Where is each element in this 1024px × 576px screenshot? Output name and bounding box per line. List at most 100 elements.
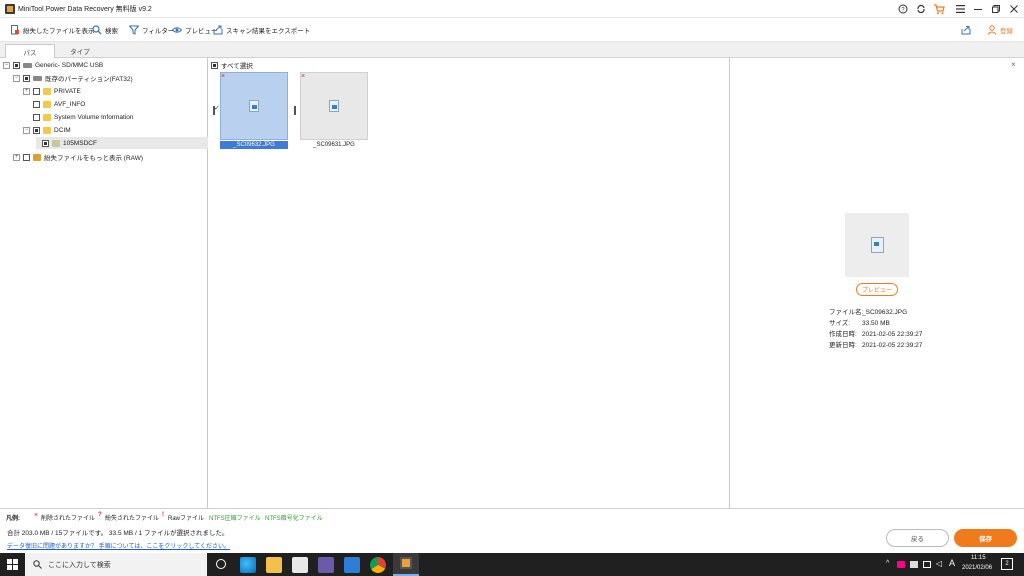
file-name[interactable]: _SC09632.JPG (220, 141, 288, 149)
chrome-icon[interactable] (370, 557, 386, 573)
file-thumbnail[interactable] (300, 72, 368, 140)
windows-start-icon[interactable] (7, 559, 18, 572)
folder-icon (52, 139, 60, 147)
deleted-mark-icon: × (221, 73, 226, 80)
tree-checkbox[interactable] (13, 61, 20, 69)
update-icon[interactable] (914, 2, 928, 16)
tree-checkbox[interactable] (33, 87, 40, 95)
tree-checkbox[interactable] (33, 100, 40, 108)
close-icon[interactable] (1007, 2, 1021, 16)
menu-icon[interactable] (953, 2, 967, 16)
file-name[interactable]: _SC09631.JPG (300, 141, 368, 149)
selection-summary: 合計 203.0 MB / 15ファイルです。 33.5 MB / 1 ファイル… (7, 530, 229, 537)
status-area: 合計 203.0 MB / 15ファイルです。 33.5 MB / 1 ファイル… (0, 524, 1024, 552)
image-file-icon (329, 100, 339, 112)
tree-item-105msdcf[interactable]: 105MSDCF (36, 137, 208, 149)
taskbar: ここに入力して検索 ^ ◁ A 11:15 2021/02/06 2 (0, 553, 1024, 576)
volume-icon[interactable]: ◁ (936, 559, 942, 568)
label-created: 作成日時: (829, 331, 857, 338)
label-size: サイズ: (829, 320, 851, 327)
tree-checkbox[interactable] (23, 74, 30, 82)
tree-item-avf-info[interactable]: AVF_INFO (33, 98, 85, 110)
restore-icon[interactable] (989, 2, 1003, 16)
preview-file-button[interactable]: プレビュー (856, 283, 898, 296)
tree-root[interactable]: − Generic- SD/MMC USB (3, 59, 103, 71)
preview-image (845, 213, 909, 277)
tab-path[interactable]: パス (5, 44, 55, 58)
collapse-icon[interactable]: − (23, 126, 30, 134)
share-button[interactable] (961, 23, 971, 37)
search-button[interactable]: 検索 (92, 23, 118, 37)
expand-icon[interactable]: + (13, 153, 20, 161)
file-explorer-icon[interactable] (266, 557, 282, 573)
search-icon (92, 25, 102, 35)
file-info-values: _SC09632.JPG 33.50 MB 2021-02-05 22:39:2… (862, 307, 922, 351)
minitool-icon (400, 557, 412, 569)
preview-button[interactable]: プレビュー (172, 23, 218, 37)
collapse-icon[interactable]: − (13, 74, 20, 82)
partition-icon (33, 75, 42, 81)
search-icon (33, 560, 42, 569)
toolbar: 紛失したファイルを表示 検索 フィルター プレビュー スキャン結果をエクスポート… (0, 18, 1024, 42)
battery-icon[interactable] (923, 561, 931, 568)
taskbar-search-box[interactable]: ここに入力して検索 (25, 553, 207, 576)
taskbar-search-placeholder: ここに入力して検索 (48, 561, 111, 569)
value-size: 33.50 MB (862, 320, 890, 327)
preview-panel: × プレビュー ファイル名: サイズ: 作成日時: 更新日時: _SC09632… (731, 58, 1024, 508)
tree-item-dcim[interactable]: − DCIM (23, 124, 71, 136)
collapse-icon[interactable]: − (3, 61, 10, 69)
filter-button[interactable]: フィルター (129, 23, 174, 37)
clock-date[interactable]: 2021/02/06 (962, 565, 992, 571)
file-list: すべて選択 × _SC09632.JPG × _SC09631.JPG (209, 58, 730, 508)
cart-icon[interactable] (932, 2, 946, 16)
file-checkbox[interactable] (213, 106, 215, 115)
select-all-checkbox[interactable] (211, 61, 218, 69)
back-button[interactable]: 戻る (886, 529, 949, 547)
tree-item-system-volume[interactable]: System Volume Information (33, 111, 133, 123)
eye-icon (172, 27, 182, 33)
tree-raw-files[interactable]: + 紛失ファイルをもっと表示 (RAW) (13, 151, 143, 163)
deleted-mark-icon: × (301, 73, 306, 80)
file-thumbnail[interactable] (220, 72, 288, 140)
value-modified: 2021-02-05 22:39:27 (862, 342, 923, 349)
tree-partition[interactable]: − 既存のパーティション(FAT32) (13, 72, 133, 84)
tree-checkbox[interactable] (42, 139, 49, 147)
file-info-labels: ファイル名: サイズ: 作成日時: 更新日時: (829, 307, 863, 351)
ime-indicator[interactable]: A (949, 558, 955, 568)
tray-photo-icon[interactable] (910, 561, 918, 568)
export-results-button[interactable]: スキャン結果をエクスポート (213, 23, 310, 37)
close-preview-icon[interactable]: × (1011, 60, 1016, 69)
clock-time[interactable]: 11:15 (971, 555, 986, 561)
store-icon[interactable] (292, 557, 308, 573)
minitool-taskbar-button[interactable] (393, 553, 419, 576)
expand-icon[interactable]: + (23, 87, 30, 95)
media-player-icon[interactable] (318, 557, 334, 573)
tree-checkbox[interactable] (33, 113, 40, 121)
user-icon (987, 25, 997, 35)
folder-icon (43, 87, 51, 95)
share-icon (961, 26, 971, 35)
minimize-icon[interactable] (971, 2, 985, 16)
tray-app-icon[interactable] (897, 561, 905, 568)
value-filename: _SC09632.JPG (862, 309, 908, 316)
tree-checkbox[interactable] (33, 126, 40, 134)
show-lost-files-button[interactable]: 紛失したファイルを表示 (10, 23, 95, 37)
tab-type[interactable]: タイプ (55, 44, 105, 58)
image-file-icon (870, 237, 884, 253)
file-checkbox[interactable] (294, 106, 296, 115)
help-icon[interactable]: ? (896, 2, 910, 16)
mail-icon[interactable] (344, 557, 360, 573)
cortana-icon[interactable] (216, 559, 226, 569)
tree-checkbox[interactable] (23, 153, 30, 161)
notification-icon[interactable]: 2 (1001, 558, 1013, 570)
register-button[interactable]: 登録 (987, 23, 1013, 37)
legend-title: 凡例: (6, 516, 20, 522)
label-filename: ファイル名: (829, 309, 864, 316)
tray-chevron-icon[interactable]: ^ (886, 560, 889, 567)
help-link[interactable]: データ復旧に問題がありますか？ 手順については、ここをクリックしてください。 (7, 541, 230, 550)
select-all[interactable]: すべて選択 (211, 59, 253, 71)
save-button[interactable]: 保存 (954, 529, 1017, 547)
folder-icon (43, 100, 51, 108)
edge-icon[interactable] (240, 557, 256, 573)
tree-item-private[interactable]: + PRIVATE (23, 85, 81, 97)
